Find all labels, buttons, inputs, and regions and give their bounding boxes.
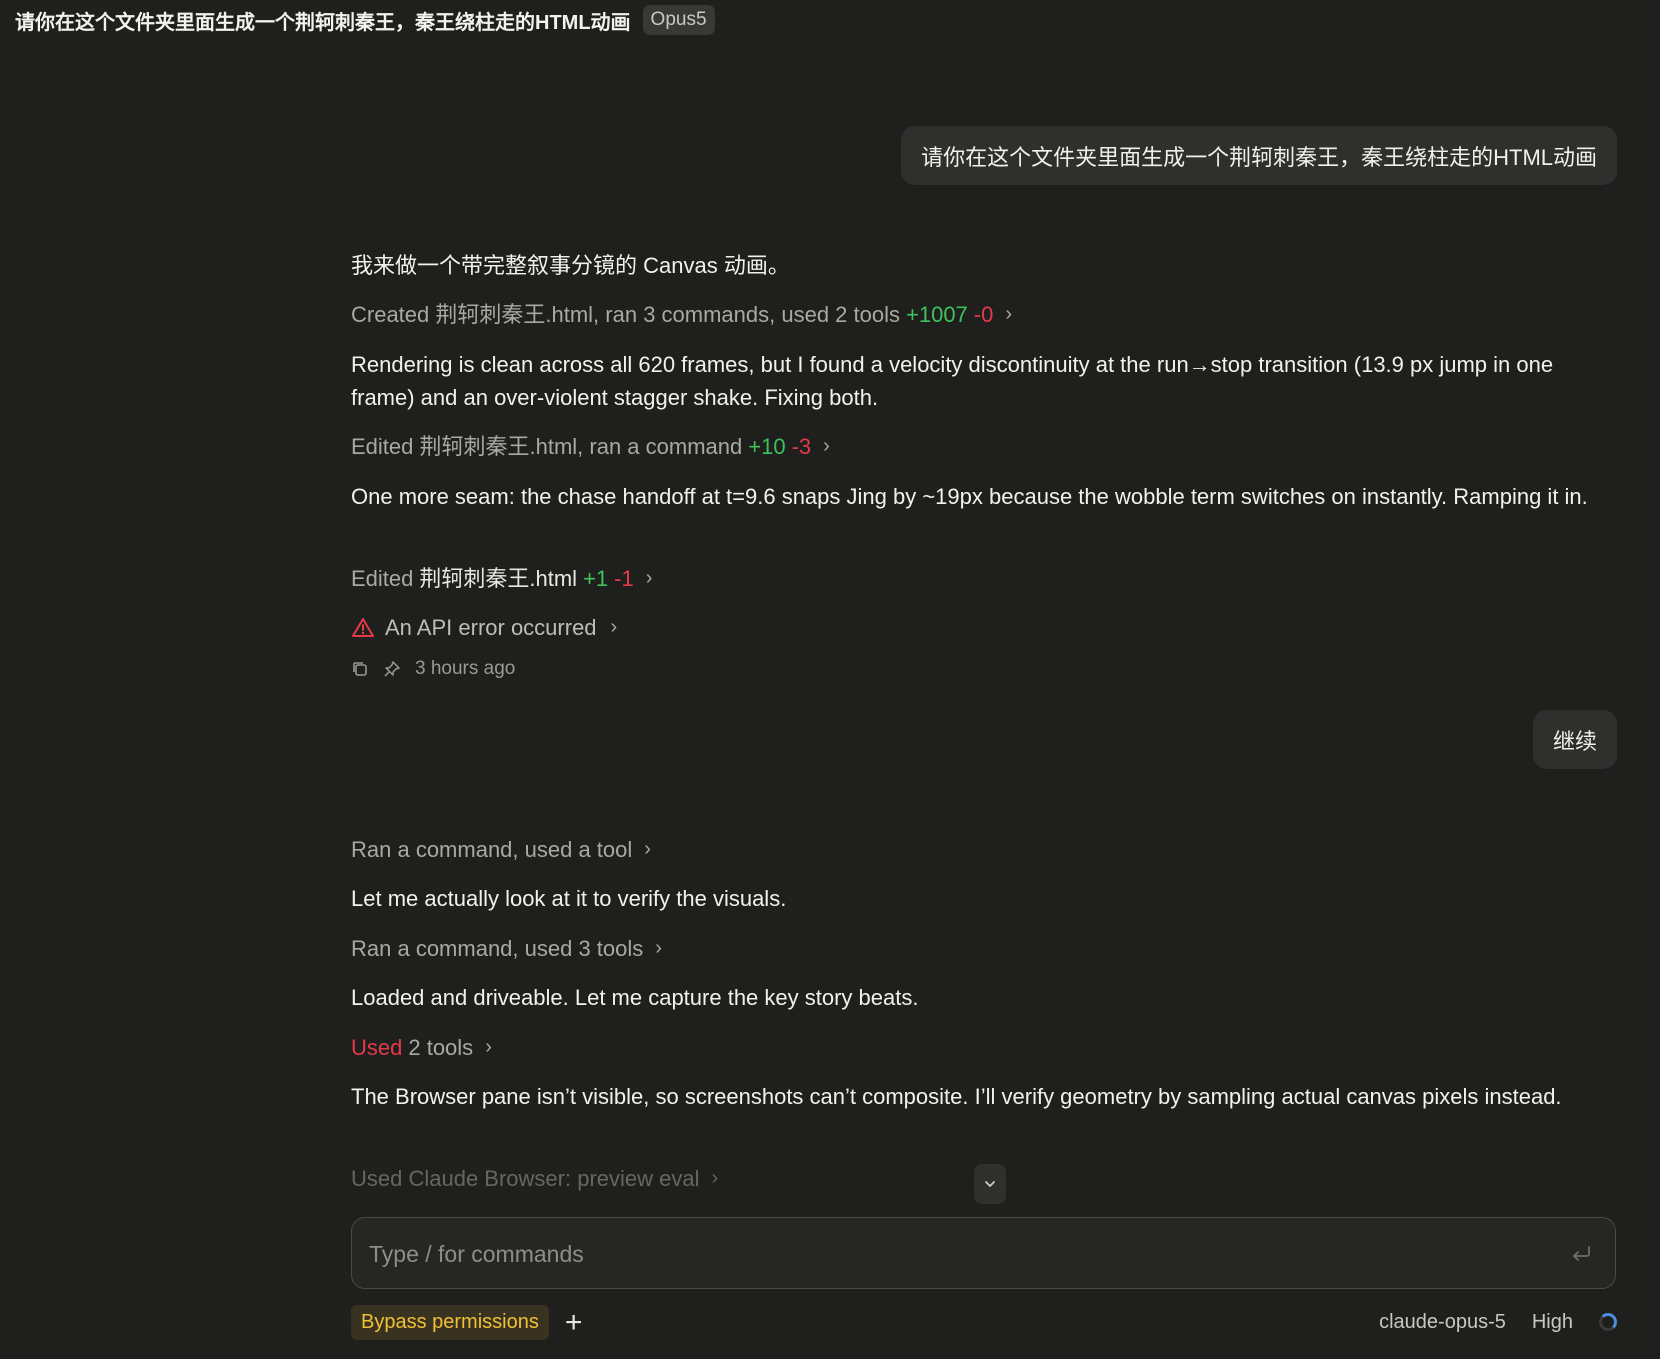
tool-summary-label: Used Claude Browser: preview eval: [351, 1166, 700, 1191]
scroll-to-bottom-button[interactable]: [974, 1164, 1006, 1204]
chevron-right-icon: ›: [485, 1036, 492, 1058]
user-message: 请你在这个文件夹里面生成一个荆轲刺秦王，秦王绕柱走的HTML动画: [901, 126, 1617, 185]
lines-removed: -1: [614, 566, 634, 591]
message-actions: 3 hours ago: [351, 652, 515, 685]
lines-removed: -0: [973, 302, 994, 327]
chevron-right-icon: ›: [711, 1167, 719, 1189]
bypass-permissions-button[interactable]: Bypass permissions: [351, 1305, 549, 1340]
lines-removed: -3: [791, 434, 812, 459]
tool-summary-row[interactable]: Ran a command, used a tool ›: [351, 833, 651, 866]
tool-summary-prefix: Edited: [351, 566, 414, 591]
assistant-text: 我来做一个带完整叙事分镜的 Canvas 动画。: [351, 253, 790, 278]
tool-summary-row[interactable]: Used 2 tools ›: [351, 1031, 492, 1064]
conversation-title: 请你在这个文件夹里面生成一个荆轲刺秦王，秦王绕柱走的HTML动画: [15, 11, 631, 34]
chevron-right-icon: ›: [645, 567, 653, 589]
tool-summary-row[interactable]: Created 荆轲刺秦王.html, ran 3 commands, used…: [351, 298, 1012, 331]
file-name: 荆轲刺秦王.html: [419, 566, 578, 591]
lines-added: +10: [748, 434, 786, 459]
assistant-text: Let me actually look at it to verify the…: [351, 886, 787, 911]
composer: [351, 1217, 1616, 1290]
chevron-right-icon: ›: [644, 838, 651, 860]
tool-summary-row[interactable]: Edited 荆轲刺秦王.html +1 -1 ›: [351, 562, 652, 595]
copy-icon[interactable]: [351, 660, 369, 678]
chat-window: 请你在这个文件夹里面生成一个荆轲刺秦王，秦王绕柱走的HTML动画 Opus5 请…: [0, 0, 1660, 1359]
error-message: An API error occurred: [385, 615, 597, 640]
tool-summary-prefix: Used: [351, 1035, 403, 1060]
assistant-text: One more seam: the chase handoff at t=9.…: [351, 484, 1588, 509]
pin-icon[interactable]: [383, 660, 401, 678]
loading-spinner-icon: [1599, 1313, 1617, 1331]
chevron-right-icon: ›: [655, 937, 662, 959]
assistant-text: The Browser pane isn’t visible, so scree…: [351, 1084, 1562, 1109]
lines-added: +1007: [906, 302, 968, 327]
tool-summary-label: Ran a command, used 3 tools: [351, 936, 644, 961]
assistant-text: Loaded and driveable. Let me capture the…: [351, 985, 919, 1010]
chevron-right-icon: ›: [610, 616, 618, 638]
chevron-right-icon: ›: [1005, 303, 1013, 325]
header: 请你在这个文件夹里面生成一个荆轲刺秦王，秦王绕柱走的HTML动画 Opus5: [15, 4, 715, 36]
timestamp: 3 hours ago: [415, 658, 516, 679]
api-error-row[interactable]: An API error occurred ›: [351, 611, 617, 644]
tool-summary-label: 2 tools: [408, 1035, 474, 1060]
tool-summary-row[interactable]: Used Claude Browser: preview eval ›: [351, 1162, 718, 1195]
tool-summary-row[interactable]: Ran a command, used 3 tools ›: [351, 932, 662, 965]
warning-icon: [352, 617, 374, 637]
model-settings: claude-opus-5 High: [1379, 1305, 1617, 1339]
tool-summary-label: Ran a command, used a tool: [351, 837, 633, 862]
lines-added: +1: [583, 566, 609, 591]
effort-selector[interactable]: High: [1532, 1311, 1573, 1334]
composer-options: Bypass permissions +: [351, 1305, 582, 1340]
enter-icon[interactable]: [1569, 1242, 1593, 1266]
chevron-right-icon: ›: [823, 435, 830, 457]
add-attachment-icon[interactable]: +: [565, 1307, 583, 1338]
model-badge[interactable]: Opus5: [642, 5, 715, 35]
tool-summary-label: Created 荆轲刺秦王.html, ran 3 commands, used…: [351, 302, 900, 327]
model-selector[interactable]: claude-opus-5: [1379, 1311, 1506, 1334]
tool-summary-row[interactable]: Edited 荆轲刺秦王.html, ran a command +10 -3 ›: [351, 430, 830, 463]
prompt-input[interactable]: [367, 1218, 1521, 1290]
assistant-text: Rendering is clean across all 620 frames…: [351, 352, 1554, 410]
tool-summary-label: Edited 荆轲刺秦王.html, ran a command: [351, 434, 743, 459]
chevron-down-icon: [985, 1181, 995, 1187]
user-message: 继续: [1532, 710, 1617, 769]
